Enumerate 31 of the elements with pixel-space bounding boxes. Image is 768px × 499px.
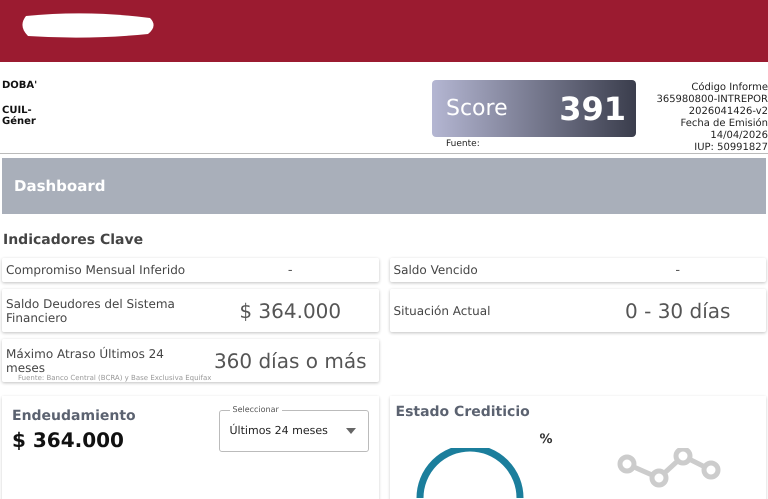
indicator-label: Saldo Deudores del Sistema Financiero [6,296,176,324]
indicator-value: $ 364.000 [238,298,342,322]
report-info-line: 2026041426-v2 [688,106,768,118]
panel-title: Estado Crediticio [396,404,531,420]
score-value: 391 [559,90,626,128]
report-info-line: 365980800-INTREPOR [655,94,768,106]
indicator-label: Saldo Vencido [394,263,479,277]
indicator-label: Situación Actual [394,304,492,318]
report-info-line: IUP: 50991827 [693,142,768,154]
report-info-line: Código Informe [690,82,768,94]
score-source: Fuente: [446,139,481,149]
gender-label: Géner [2,116,37,127]
indicator-value: - [674,262,682,278]
indicator-label: Compromiso Mensual Inferido [6,263,186,277]
cuil-label: CUIL- [2,105,33,116]
indicator-value: 360 días o más [212,348,368,372]
indicator-value: - [286,262,294,278]
name-text: DOBA' [2,80,38,91]
gauge-ring-icon [414,448,524,498]
report-info-line: Fecha de Emisión [680,118,768,130]
report-info-line: 14/04/2026 [709,130,768,142]
indicator-value: 0 - 30 días [624,298,732,322]
section-title: Indicadores Clave [3,232,144,248]
period-select[interactable]: Seleccionar Últimos 24 meses [218,406,368,452]
caret-icon [346,428,356,434]
indicator-label: Máximo Atraso Últimos 24 meses [6,346,165,374]
score-label: Score [446,96,508,121]
percent-sign: % [540,432,553,447]
dashboard-title: Dashboard [14,177,106,195]
panel-title: Endeudamiento [12,408,136,424]
debt-amount: $ 364.000 [12,428,125,452]
